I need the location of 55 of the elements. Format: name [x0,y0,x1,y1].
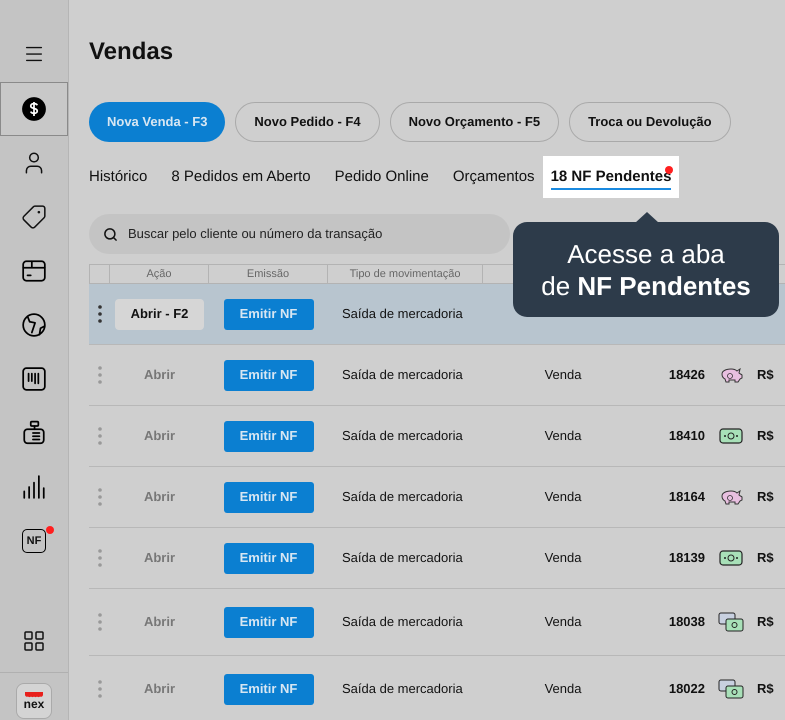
tab[interactable]: 8 Pedidos em Aberto [171,166,311,188]
table-cell-text: Venda [544,366,582,384]
tab[interactable]: 18 NF Pendentes [542,156,680,198]
table-cell-text: 18426 [668,366,705,384]
page-title: Vendas [89,38,174,66]
nf-icon: NF [22,529,46,553]
table-cell-text: 18038 [668,613,705,632]
open-button[interactable]: Abrir - F2 [114,298,204,330]
search-input[interactable]: Buscar pelo cliente ou número da transação [128,224,496,244]
table-cell-text: 18164 [668,488,705,506]
search-field[interactable]: Buscar pelo cliente ou número da transação [89,214,510,254]
table-cell: Saída de mercadoria [342,681,463,696]
tab[interactable]: Orçamentos [452,166,535,188]
awning-icon [24,692,44,698]
action-button[interactable]: Troca ou Devolução [569,102,731,142]
table-cell-text: Venda [544,549,582,568]
box-icon [21,258,47,284]
more-icon[interactable] [98,305,102,323]
action-button[interactable]: Novo Orçamento - F5 [390,102,560,142]
barcode-icon [21,366,47,392]
table-cell: Saída de mercadoria [342,489,463,504]
table-cell: R$ [757,489,774,504]
table-cell-text: 18410 [668,427,705,446]
tab[interactable]: Histórico [89,166,148,188]
column-header: Emissão [246,266,290,282]
table-cell-text: 18022 [668,680,705,698]
column-header: Tipo de movimentação [350,266,460,282]
sidebar-item[interactable] [0,82,68,136]
table-cell: Saída de mercadoria [342,306,463,322]
table-cell: Saída de mercadoria [342,550,463,566]
globe-icon [21,312,47,338]
bar-chart-icon [21,474,47,500]
table-cell: Saída de mercadoria [342,367,463,382]
search-icon [103,226,118,242]
action-button[interactable]: Novo Pedido - F4 [235,102,380,142]
app-logo[interactable]: nex [16,683,52,719]
dollar-icon [21,96,47,122]
tag-icon [21,204,47,230]
table-cell: R$ [757,367,774,382]
apps-icon [22,629,46,653]
table-cell: Saída de mercadoria [342,428,463,444]
table-cell: R$ [757,681,774,696]
table-cell: R$ [757,550,774,566]
tab[interactable]: Pedido Online [334,166,429,188]
table-cell-text: Venda [544,427,582,446]
table-cell-text: Venda [544,613,582,632]
table-cell: Saída de mercadoria [342,614,463,630]
table-cell-text: Venda [544,680,582,698]
cash-register-icon [21,420,47,446]
table-cell-text: 18139 [668,549,705,568]
table-cell: R$ [757,428,774,444]
table-cell: R$ [757,614,774,630]
column-header: Ação [146,266,172,282]
sidebar-item[interactable]: NF [0,514,68,568]
table-cell-text: Venda [544,488,582,506]
